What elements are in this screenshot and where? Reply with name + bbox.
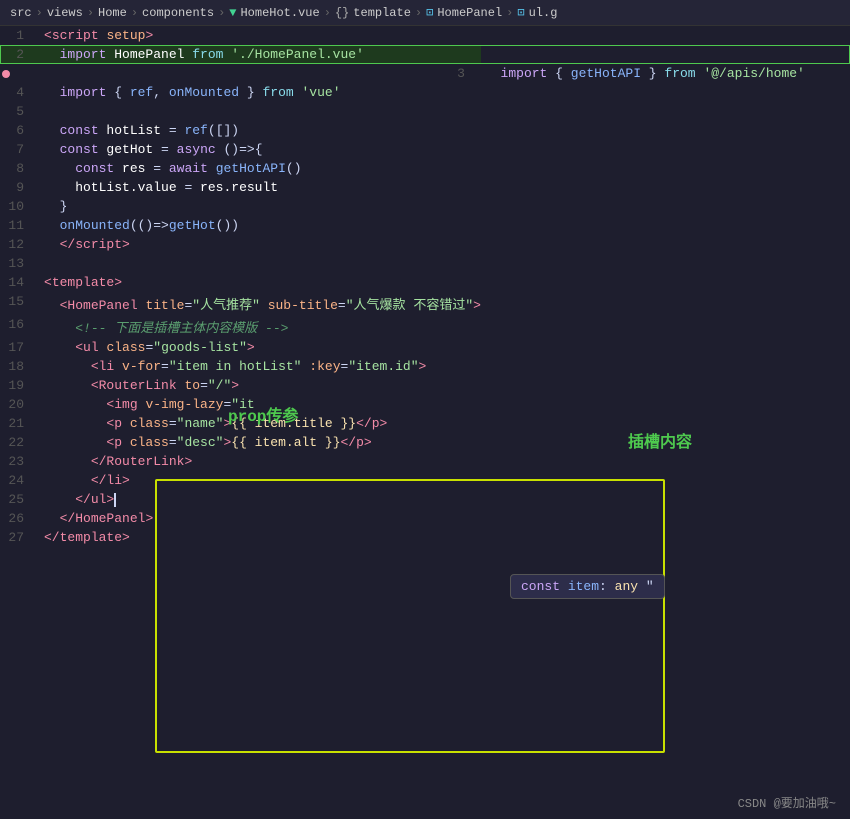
code-line: 1<script setup> [0,26,850,45]
line-number: 16 [0,315,40,338]
line-number: 22 [0,433,40,452]
line-content: import { ref, onMounted } from 'vue' [40,83,481,102]
line-number: 13 [0,254,40,273]
code-line: 16 <!-- 下面是插槽主体内容模版 --> [0,315,850,338]
line-content: import { getHotAPI } from '@/apis/home' [481,64,850,83]
line-number: 8 [0,159,40,178]
line-number: 15 [0,292,40,315]
line-number: 9 [0,178,40,197]
line-number: 27 [0,528,40,547]
code-line: 12 </script> [0,235,850,254]
line-content: const res = await getHotAPI() [40,159,481,178]
slot-annotation: 插槽内容 [628,428,692,452]
code-line: 2 import HomePanel from './HomePanel.vue… [0,45,850,64]
line-content: import HomePanel from './HomePanel.vue' [40,45,481,64]
line-content: </script> [40,235,481,254]
breadcrumb: src › views › Home › components › ▼ Home… [0,0,850,26]
line-number: 2 [0,45,40,64]
code-line: 21 <p class="name">{{ item.title }}</p> [0,414,850,433]
breadcrumb-template: template [353,6,411,20]
line-content: <script setup> [40,26,481,45]
breadcrumb-ul: ul.g [529,6,558,20]
line-content: </template> [40,528,481,547]
code-line: 24 </li> [0,471,850,490]
breadcrumb-home: Home [98,6,127,20]
text-cursor [114,493,116,507]
line-number: 5 [0,102,40,121]
code-line: 6 const hotList = ref([]) [0,121,850,140]
line-content [40,102,481,121]
code-line: 7 const getHot = async ()=>{ [0,140,850,159]
breadcrumb-filename: HomeHot.vue [240,6,319,20]
code-line: 27</template> [0,528,850,547]
code-line: 3 import { getHotAPI } from '@/apis/home… [0,64,850,83]
line-number: 19 [0,376,40,395]
footer-text: CSDN @要加油哦~ [738,794,836,811]
error-dot [2,70,10,78]
line-number: 4 [0,83,40,102]
line-number: 18 [0,357,40,376]
line-content: </RouterLink> [40,452,481,471]
code-line: 13 [0,254,850,273]
breadcrumb-braces-icon: {} [335,6,349,20]
code-line: 17 <ul class="goods-list"> [0,338,850,357]
line-content: <ul class="goods-list"> [40,338,481,357]
code-line: 15 <HomePanel title="人气推荐" sub-title="人气… [0,292,850,315]
line-number: 3 [40,64,481,83]
line-content: </ul> [40,490,481,509]
breadcrumb-homepanel: HomePanel [437,6,502,20]
line-content: <template> [40,273,481,292]
code-line: 11 onMounted(()=>getHot()) [0,216,850,235]
line-content: const getHot = async ()=>{ [40,140,481,159]
code-line: 23 </RouterLink> [0,452,850,471]
code-line: 18 <li v-for="item in hotList" :key="ite… [0,357,850,376]
code-line: 19 <RouterLink to="/"> [0,376,850,395]
line-number: 25 [0,490,40,509]
breadcrumb-components: components [142,6,214,20]
line-content: <RouterLink to="/"> [40,376,481,395]
line-content: } [40,197,481,216]
line-number: 12 [0,235,40,254]
code-line: 22 <p class="desc">{{ item.alt }}</p> [0,433,850,452]
code-line: 14<template> [0,273,850,292]
code-line: 25 </ul> [0,490,850,509]
line-number: 24 [0,471,40,490]
line-number: 14 [0,273,40,292]
line-content: </HomePanel> [40,509,481,528]
breadcrumb-views: views [47,6,83,20]
breadcrumb-vue-icon: ▼ [229,6,236,20]
line-content: onMounted(()=>getHot()) [40,216,481,235]
line-content: <li v-for="item in hotList" :key="item.i… [40,357,481,376]
code-editor: 1<script setup>2 import HomePanel from '… [0,26,850,819]
line-content: <p class="desc">{{ item.alt }}</p> [40,433,481,452]
code-line: 4 import { ref, onMounted } from 'vue' [0,83,850,102]
line-number: 6 [0,121,40,140]
line-content: hotList.value = res.result [40,178,481,197]
code-line: 26 </HomePanel> [0,509,850,528]
line-number: 21 [0,414,40,433]
line-content: const hotList = ref([]) [40,121,481,140]
line-number: 26 [0,509,40,528]
code-line: 10 } [0,197,850,216]
line-number: 23 [0,452,40,471]
line-content [40,254,481,273]
line-number: 7 [0,140,40,159]
line-content: </li> [40,471,481,490]
code-line: 8 const res = await getHotAPI() [0,159,850,178]
code-line: 5 [0,102,850,121]
prop-annotation: prop传参 [228,402,298,426]
line-number: 17 [0,338,40,357]
line-number: 10 [0,197,40,216]
line-content: <HomePanel title="人气推荐" sub-title="人气爆款 … [40,292,481,315]
breadcrumb-ul-icon: ⊡ [517,5,524,20]
line-number: 1 [0,26,40,45]
breadcrumb-homepanel-icon: ⊡ [426,5,433,20]
line-number: 20 [0,395,40,414]
breadcrumb-src: src [10,6,32,20]
line-number: 11 [0,216,40,235]
code-line: 20 <img v-img-lazy="it [0,395,850,414]
code-line: 9 hotList.value = res.result [0,178,850,197]
tooltip-const-item: const item: any " [510,574,665,599]
line-content: <!-- 下面是插槽主体内容模版 --> [40,315,481,338]
